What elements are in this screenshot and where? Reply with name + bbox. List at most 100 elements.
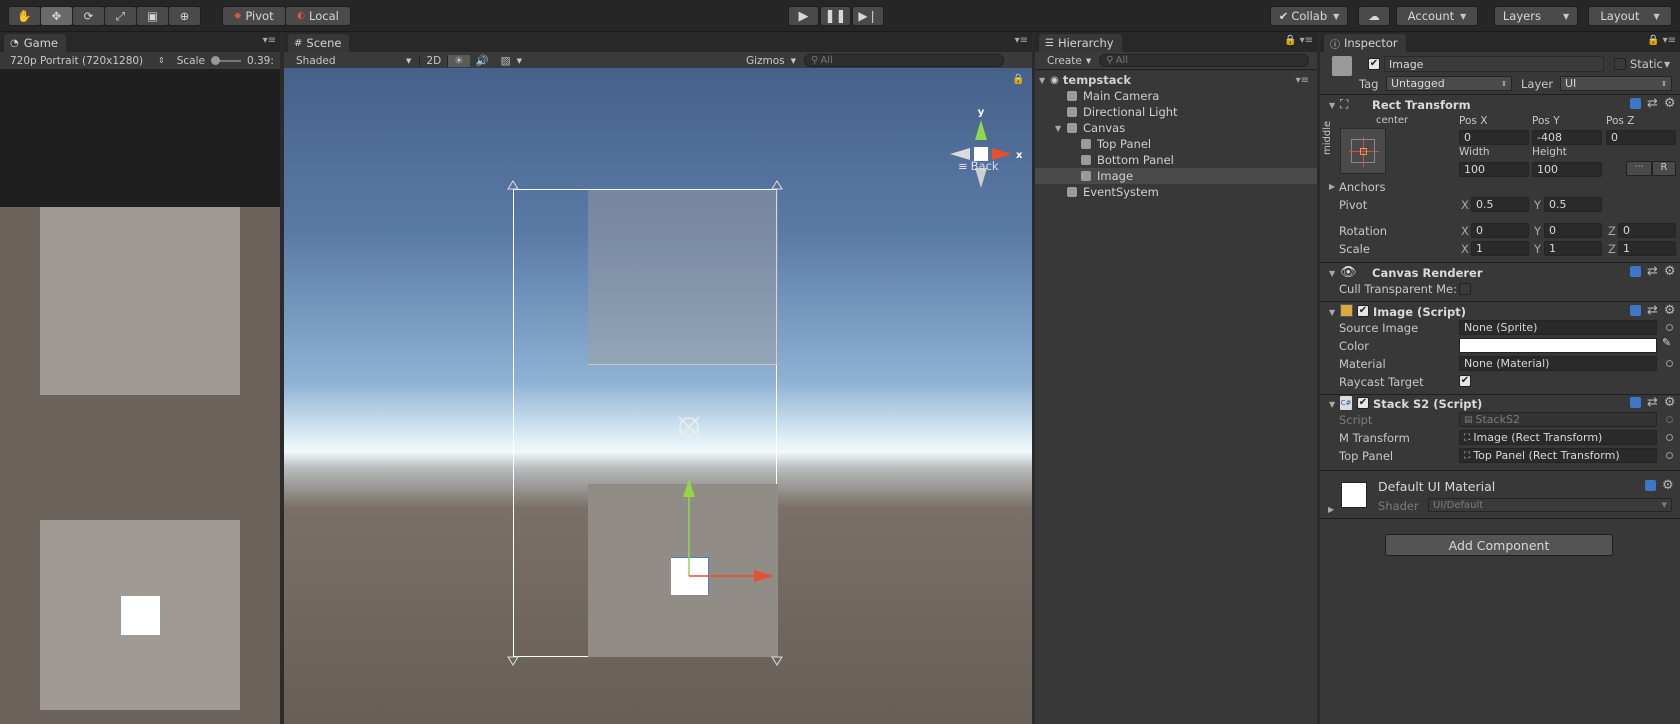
- scale-slider-thumb[interactable]: [210, 55, 220, 65]
- step-button[interactable]: ▶❘: [852, 6, 884, 26]
- source-image-field[interactable]: None (Sprite): [1459, 320, 1657, 335]
- collab-dropdown[interactable]: ✔ Collab ▼: [1270, 6, 1348, 26]
- color-field[interactable]: [1459, 338, 1657, 353]
- tab-menu-icon[interactable]: ▾≡: [1015, 35, 1028, 46]
- help-icon[interactable]: [1630, 266, 1641, 277]
- anchors-foldout-icon[interactable]: ▶: [1329, 182, 1335, 191]
- help-icon[interactable]: [1630, 98, 1641, 109]
- lock-icon[interactable]: 🔒: [1012, 74, 1024, 85]
- object-picker-icon[interactable]: [1666, 324, 1673, 331]
- object-picker-icon[interactable]: [1666, 360, 1673, 367]
- scene-viewport[interactable]: y x 🔒 ≡ Back: [284, 68, 1032, 724]
- rot-z-field[interactable]: 0: [1618, 223, 1676, 238]
- height-field[interactable]: 100: [1532, 162, 1602, 177]
- static-checkbox[interactable]: [1614, 58, 1626, 70]
- raycast-checkbox[interactable]: ✔: [1459, 375, 1471, 387]
- lighting-toggle[interactable]: ☀: [448, 54, 470, 67]
- shading-dropdown[interactable]: Shaded: [296, 55, 406, 67]
- gear-icon[interactable]: ⚙: [1664, 97, 1676, 110]
- active-checkbox[interactable]: ✔: [1368, 58, 1380, 70]
- audio-toggle[interactable]: 🔊: [470, 54, 495, 67]
- create-dropdown[interactable]: Create: [1047, 55, 1082, 67]
- width-field[interactable]: 100: [1459, 162, 1529, 177]
- play-button[interactable]: ▶: [788, 6, 819, 26]
- raw-edit-button[interactable]: R: [1652, 161, 1676, 176]
- move-tool-button[interactable]: ✥: [40, 6, 73, 26]
- hierarchy-item[interactable]: Main Camera: [1035, 88, 1317, 104]
- scale-slider[interactable]: [210, 55, 241, 65]
- dropdown-arrow-icon[interactable]: ▼: [1664, 60, 1670, 69]
- effects-toggle[interactable]: ▨: [495, 55, 517, 67]
- rot-x-field[interactable]: 0: [1471, 223, 1529, 238]
- anchor-presets-button[interactable]: [1340, 128, 1386, 174]
- add-component-button[interactable]: Add Component: [1385, 534, 1613, 556]
- object-picker-icon[interactable]: [1666, 434, 1673, 441]
- help-icon[interactable]: [1630, 397, 1641, 408]
- gear-icon[interactable]: ⚙: [1664, 265, 1676, 278]
- help-icon[interactable]: [1645, 480, 1656, 491]
- blueprint-mode-button[interactable]: ⋯: [1626, 161, 1652, 176]
- gear-icon[interactable]: ⚙: [1664, 396, 1676, 409]
- anchors-label[interactable]: Anchors: [1339, 180, 1386, 194]
- cull-checkbox[interactable]: [1459, 283, 1471, 295]
- layout-dropdown[interactable]: Layout ▼: [1588, 6, 1672, 26]
- rotate-tool-button[interactable]: ⟳: [72, 6, 105, 26]
- hierarchy-item[interactable]: Directional Light: [1035, 104, 1317, 120]
- image-enabled-checkbox[interactable]: ✔: [1357, 305, 1369, 317]
- foldout-arrow-icon[interactable]: ▼: [1329, 400, 1335, 409]
- toppanel-field[interactable]: ⛶ Top Panel (Rect Transform): [1459, 448, 1657, 463]
- back-view-label[interactable]: ≡ Back: [958, 159, 999, 173]
- scale-z-field[interactable]: 1: [1618, 241, 1676, 256]
- gear-icon[interactable]: ⚙: [1664, 304, 1676, 317]
- preset-icon[interactable]: ⇄: [1647, 265, 1658, 278]
- hierarchy-item[interactable]: Image: [1035, 168, 1317, 184]
- rot-y-field[interactable]: 0: [1544, 223, 1602, 238]
- tab-inspector[interactable]: ⓘ Inspector: [1324, 34, 1406, 52]
- corner-handle[interactable]: [771, 180, 783, 190]
- tag-dropdown[interactable]: Untagged ⇕: [1386, 76, 1512, 91]
- tab-menu-icon[interactable]: 🔒 ▾≡: [1647, 35, 1676, 46]
- tab-hierarchy[interactable]: ☰ Hierarchy: [1039, 34, 1122, 52]
- foldout-arrow-icon[interactable]: ▼: [1329, 101, 1335, 110]
- layers-dropdown[interactable]: Layers ▼: [1494, 6, 1578, 26]
- mtransform-field[interactable]: ⛶ Image (Rect Transform): [1459, 430, 1657, 445]
- hierarchy-item[interactable]: Top Panel: [1035, 136, 1317, 152]
- hand-tool-button[interactable]: ✋: [8, 6, 41, 26]
- posy-field[interactable]: -408: [1532, 130, 1602, 145]
- local-toggle[interactable]: ◐ Local: [285, 6, 351, 26]
- tab-menu-icon[interactable]: ▾≡: [263, 35, 276, 46]
- resolution-dropdown[interactable]: 720p Portrait (720x1280): [10, 55, 158, 67]
- orientation-gizmo[interactable]: [950, 120, 1012, 188]
- gear-icon[interactable]: ⚙: [1662, 479, 1674, 492]
- object-name-field[interactable]: Image: [1384, 56, 1604, 72]
- pivot-x-field[interactable]: 0.5: [1471, 197, 1529, 212]
- shader-dropdown[interactable]: UI/Default ▼: [1428, 498, 1672, 512]
- preset-icon[interactable]: ⇄: [1647, 304, 1658, 317]
- rect-tool-button[interactable]: ▣: [136, 6, 169, 26]
- scene-search-input[interactable]: ⚲ All: [804, 54, 1005, 67]
- transform-tool-button[interactable]: ⊕: [168, 6, 201, 26]
- scale-x-field[interactable]: 1: [1471, 241, 1529, 256]
- hierarchy-item[interactable]: ▼ Canvas: [1035, 120, 1317, 136]
- preset-icon[interactable]: ⇄: [1647, 396, 1658, 409]
- corner-handle[interactable]: [771, 656, 783, 666]
- stack-enabled-checkbox[interactable]: ✔: [1357, 397, 1369, 409]
- posz-field[interactable]: 0: [1606, 130, 1676, 145]
- hierarchy-search-input[interactable]: ⚲ All: [1099, 54, 1310, 67]
- pivot-toggle[interactable]: ◆ Pivot: [222, 6, 286, 26]
- 2d-toggle[interactable]: 2D: [419, 54, 449, 67]
- preset-icon[interactable]: ⇄: [1647, 97, 1658, 110]
- pause-button[interactable]: ❚❚: [820, 6, 851, 26]
- tab-scene[interactable]: # Scene: [288, 34, 350, 52]
- corner-handle[interactable]: [507, 656, 519, 666]
- tab-menu-icon[interactable]: 🔒 ▾≡: [1284, 35, 1313, 46]
- help-icon[interactable]: [1630, 305, 1641, 316]
- foldout-arrow-icon[interactable]: ▼: [1329, 269, 1335, 278]
- scene-menu-icon[interactable]: ▾≡: [1296, 75, 1309, 86]
- object-picker-icon[interactable]: [1666, 452, 1673, 459]
- layer-dropdown[interactable]: UI ⇕: [1560, 76, 1672, 91]
- material-field[interactable]: None (Material): [1459, 356, 1657, 371]
- cloud-button[interactable]: ☁: [1358, 6, 1390, 26]
- expand-arrow-icon[interactable]: ▼: [1039, 76, 1045, 85]
- hierarchy-item[interactable]: EventSystem: [1035, 184, 1317, 200]
